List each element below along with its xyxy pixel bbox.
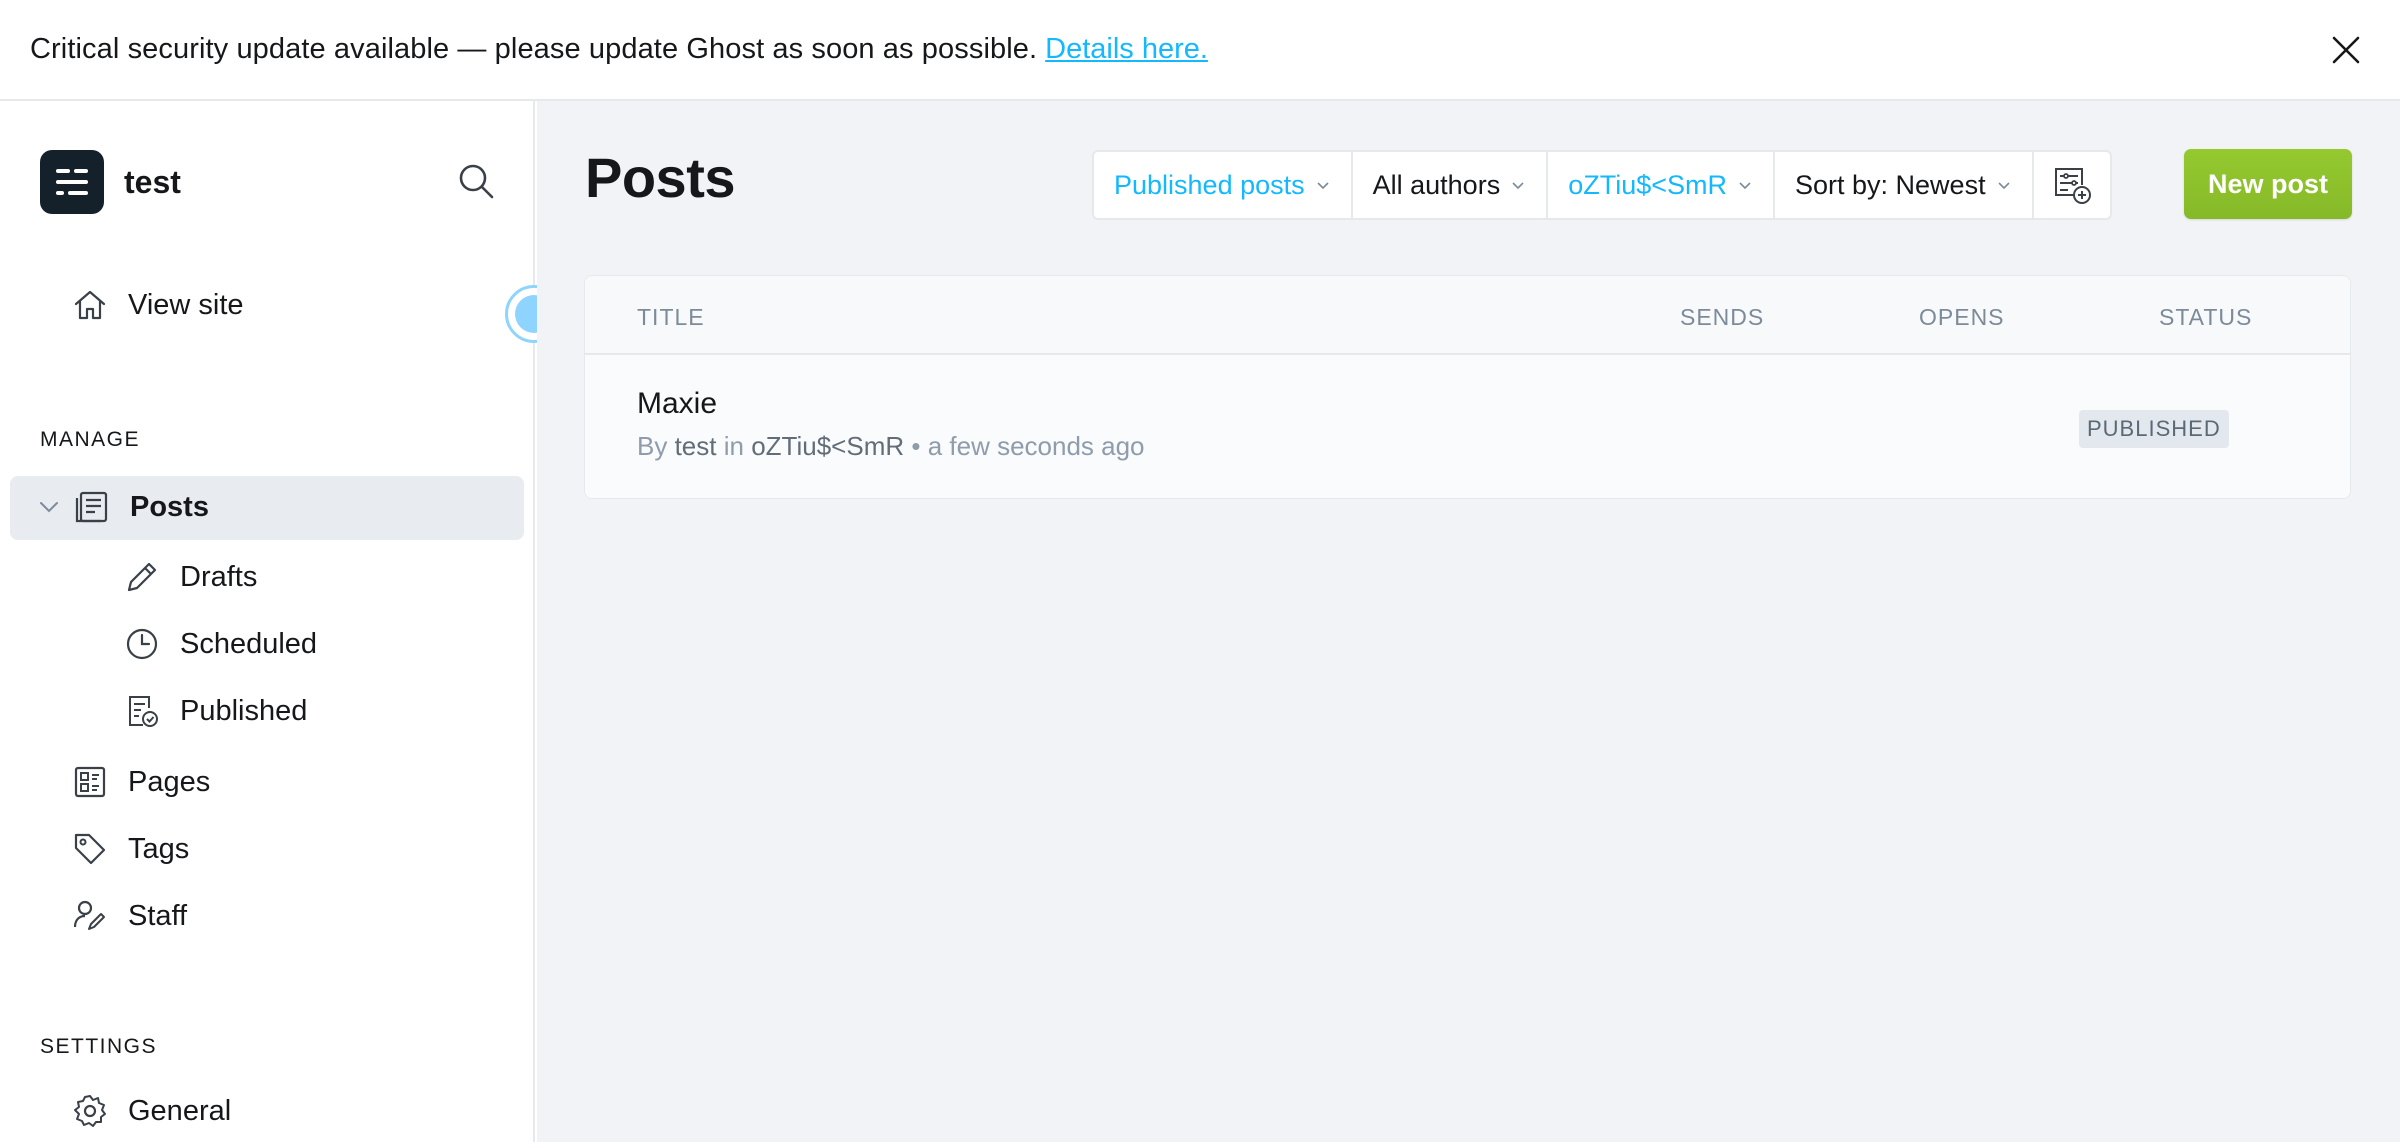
sidebar-item-label: Tags: [128, 832, 190, 865]
staff-icon: [72, 898, 108, 934]
save-view-button[interactable]: [2034, 152, 2110, 218]
sidebar: test View site MANAGE Posts Drafts Sched…: [0, 101, 535, 1142]
chevron-down-icon: [1317, 182, 1329, 190]
sidebar-item-staff[interactable]: Staff: [72, 898, 187, 934]
home-icon: [72, 287, 108, 323]
column-header-sends: SENDS: [1680, 304, 1765, 330]
chevron-down-icon: [1739, 182, 1751, 190]
main-content: Posts Published posts All authors oZTiu$…: [537, 101, 2400, 1142]
tag-icon: [72, 831, 108, 867]
ghost-logo-icon: [40, 150, 104, 214]
posts-table: TITLE SENDS OPENS STATUS Maxie By test i…: [584, 275, 2351, 499]
post-type-filter[interactable]: Published posts: [1094, 152, 1353, 218]
published-icon: [124, 693, 160, 729]
author-filter[interactable]: All authors: [1353, 152, 1549, 218]
post-time: • a few seconds ago: [911, 431, 1145, 461]
sidebar-item-posts[interactable]: Posts: [38, 489, 209, 525]
gear-icon: [72, 1093, 108, 1129]
sidebar-item-label: Drafts: [180, 560, 258, 593]
column-header-opens: OPENS: [1919, 304, 2005, 330]
filter-label: Published posts: [1114, 169, 1305, 200]
clock-icon: [124, 626, 160, 662]
chevron-down-icon: [1512, 182, 1524, 190]
sidebar-item-view-site[interactable]: View site: [72, 287, 244, 323]
chevron-down-icon: [1998, 182, 2010, 190]
sidebar-item-label: General: [128, 1094, 232, 1127]
brand[interactable]: test: [40, 150, 181, 214]
column-header-title: TITLE: [637, 304, 705, 330]
sidebar-item-tags[interactable]: Tags: [72, 831, 189, 867]
chevron-down-icon[interactable]: [38, 495, 62, 519]
search-icon[interactable]: [456, 161, 496, 201]
page-title: Posts: [585, 146, 736, 209]
sidebar-item-label: Staff: [128, 899, 188, 932]
filter-label: All authors: [1372, 169, 1501, 200]
sidebar-item-drafts[interactable]: Drafts: [124, 559, 257, 595]
banner-details-link[interactable]: Details here.: [1045, 33, 1208, 66]
sidebar-item-published[interactable]: Published: [124, 693, 307, 729]
post-meta: By test in oZTiu$<SmR • a few seconds ag…: [637, 431, 1145, 462]
sidebar-item-pages[interactable]: Pages: [72, 764, 210, 800]
status-badge: PUBLISHED: [2079, 410, 2229, 448]
sidebar-item-label: Published: [180, 694, 308, 727]
sidebar-item-label: View site: [128, 288, 244, 321]
pencil-icon: [124, 559, 160, 595]
banner-message: Critical security update available — ple…: [30, 33, 1038, 65]
table-header: TITLE SENDS OPENS STATUS: [585, 276, 2350, 355]
sidebar-item-general[interactable]: General: [72, 1093, 231, 1129]
table-row[interactable]: Maxie By test in oZTiu$<SmR • a few seco…: [585, 355, 2350, 498]
tag-filter[interactable]: oZTiu$<SmR: [1548, 152, 1775, 218]
post-author: test: [674, 431, 717, 461]
filter-bar: Published posts All authors oZTiu$<SmR S…: [1092, 150, 2112, 220]
sidebar-item-scheduled[interactable]: Scheduled: [124, 626, 317, 662]
sidebar-item-label: Pages: [128, 765, 211, 798]
settings-section-label: SETTINGS: [40, 1035, 158, 1058]
column-header-status: STATUS: [2159, 304, 2253, 330]
new-post-button[interactable]: New post: [2184, 149, 2352, 219]
post-tag: oZTiu$<SmR: [751, 431, 905, 461]
sidebar-item-label: Posts: [130, 490, 209, 523]
site-name: test: [124, 163, 181, 200]
close-icon[interactable]: [2326, 30, 2366, 70]
security-banner: Critical security update available — ple…: [0, 0, 2400, 101]
filter-label: Sort by: Newest: [1795, 169, 1986, 200]
filter-label: oZTiu$<SmR: [1568, 169, 1727, 200]
manage-section-label: MANAGE: [40, 428, 141, 451]
pages-icon: [72, 764, 108, 800]
add-view-icon: [2054, 168, 2091, 204]
post-title[interactable]: Maxie: [637, 387, 717, 421]
sidebar-item-label: Scheduled: [180, 627, 318, 660]
sort-filter[interactable]: Sort by: Newest: [1775, 152, 2034, 218]
posts-icon: [74, 489, 110, 525]
meta-in: in: [723, 431, 744, 461]
meta-by: By: [637, 431, 668, 461]
